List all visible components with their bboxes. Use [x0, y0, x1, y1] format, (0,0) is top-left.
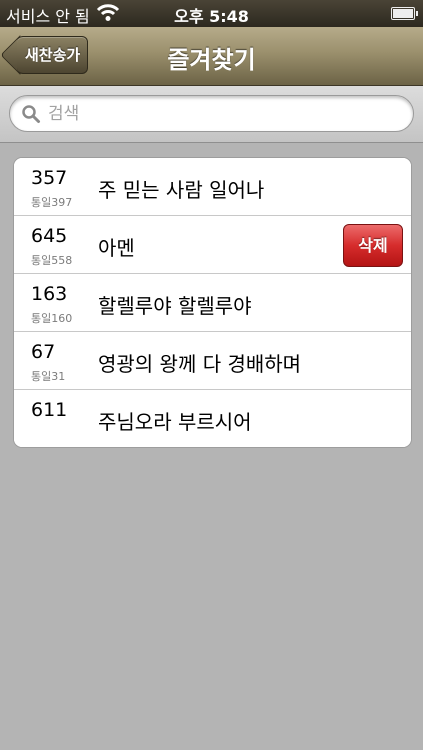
unified-hymn-number: 통일558 [31, 254, 73, 267]
list-item[interactable]: 611 주님오라 부르시어 [14, 389, 411, 447]
clock: 오후 5:48 [174, 7, 249, 26]
hymn-number: 163 [31, 283, 68, 305]
list-item[interactable]: 163 통일160 할렐루야 할렐루야 [14, 273, 411, 331]
search-field[interactable] [9, 95, 414, 132]
hymn-title: 영광의 왕께 다 경배하며 [98, 352, 302, 376]
hymn-title: 주 믿는 사람 일어나 [98, 178, 265, 202]
hymn-title: 아멘 [98, 236, 135, 260]
navigation-bar: 새찬송가 즐겨찾기 [0, 27, 423, 86]
favorites-list: 357 통일397 주 믿는 사람 일어나 645 통일558 아멘 삭제 16… [13, 157, 412, 448]
search-bar [0, 86, 423, 143]
list-item[interactable]: 67 통일31 영광의 왕께 다 경배하며 [14, 331, 411, 389]
unified-hymn-number: 통일160 [31, 312, 73, 325]
page-title: 즐겨찾기 [167, 46, 256, 74]
unified-hymn-number: 통일397 [31, 196, 73, 209]
delete-button[interactable]: 삭제 [343, 224, 403, 267]
hymn-title: 할렐루야 할렐루야 [98, 294, 252, 318]
search-icon [22, 105, 40, 123]
hymn-title: 주님오라 부르시어 [98, 410, 252, 434]
unified-hymn-number: 통일31 [31, 370, 66, 383]
hymn-number: 357 [31, 167, 68, 189]
hymn-number: 611 [31, 399, 68, 421]
hymn-number: 67 [31, 341, 56, 363]
hymn-number: 645 [31, 225, 68, 247]
battery-icon [391, 7, 418, 20]
list-item[interactable]: 645 통일558 아멘 삭제 [14, 215, 411, 273]
status-bar: 서비스 안 됨 오후 5:48 [0, 0, 423, 27]
list-item[interactable]: 357 통일397 주 믿는 사람 일어나 [14, 158, 411, 215]
search-input[interactable] [48, 96, 398, 131]
